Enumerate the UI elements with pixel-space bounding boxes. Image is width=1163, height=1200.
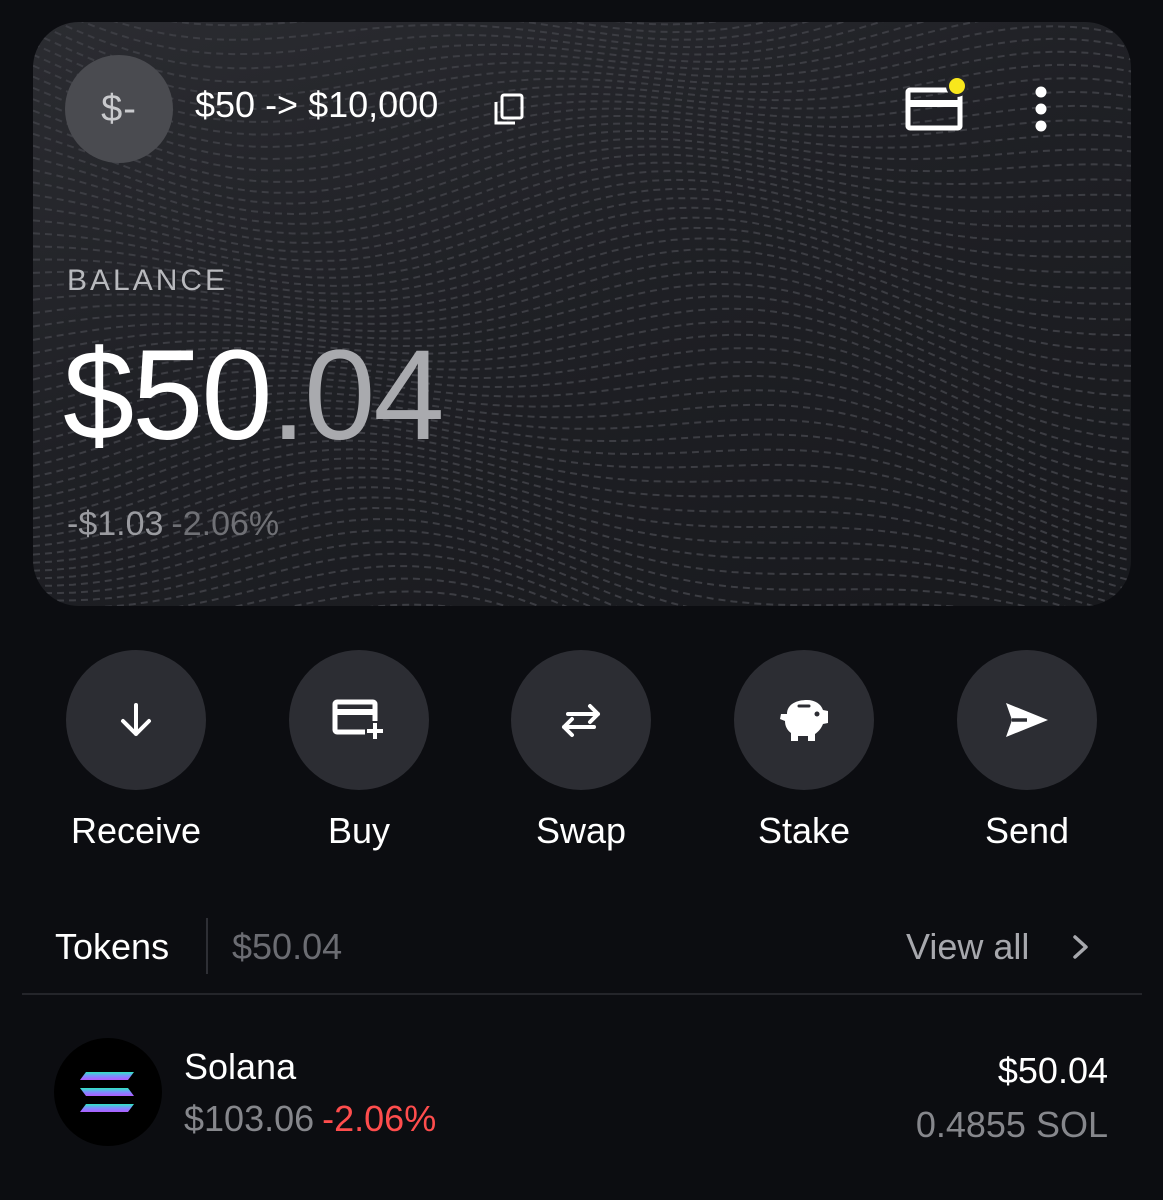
avatar-text: $- xyxy=(101,87,137,130)
buy-button[interactable]: Buy xyxy=(279,650,439,852)
swap-label: Swap xyxy=(535,810,627,851)
wave-line xyxy=(33,187,1131,271)
receive-label: Receive xyxy=(70,810,202,851)
stake-label: Stake xyxy=(757,810,851,851)
wave-line xyxy=(33,137,1131,216)
view-all-link[interactable]: View all xyxy=(906,926,1029,968)
solana-logo-icon xyxy=(54,1038,162,1146)
wave-line xyxy=(54,22,926,70)
swap-button-circle[interactable] xyxy=(511,650,651,790)
wave-line xyxy=(289,590,510,606)
balance-card: $- $50 -> $10,000 BALANCE $50.04 -$1.03-… xyxy=(33,22,1131,606)
token-price: $103.06 xyxy=(184,1098,315,1139)
receive-button[interactable]: Receive xyxy=(56,650,216,852)
more-options-icon[interactable] xyxy=(1029,84,1053,134)
account-avatar[interactable]: $- xyxy=(65,55,173,163)
receive-button-circle[interactable] xyxy=(66,650,206,790)
copy-icon[interactable] xyxy=(493,92,525,126)
balance-amount-whole: $50 xyxy=(63,324,273,467)
send-button[interactable]: Send xyxy=(947,650,1107,852)
swap-arrows-icon xyxy=(562,704,600,737)
buy-label: Buy xyxy=(327,810,391,851)
wave-line xyxy=(33,170,1131,254)
section-divider xyxy=(22,993,1142,995)
token-price-change: -2.06% xyxy=(322,1098,437,1139)
token-price-line: $103.06 -2.06% xyxy=(184,1098,436,1140)
wave-line xyxy=(113,22,847,49)
token-amount: 0.4855 SOL xyxy=(915,1104,1108,1145)
balance-label: BALANCE xyxy=(67,264,229,297)
buy-button-circle[interactable] xyxy=(289,650,429,790)
send-label: Send xyxy=(984,810,1070,851)
balance-amount: $50.04 xyxy=(63,332,444,460)
wave-line xyxy=(33,153,1131,235)
wave-line xyxy=(33,161,1131,245)
tokens-title: Tokens xyxy=(55,926,170,967)
wave-line xyxy=(369,603,454,606)
stake-button-circle[interactable] xyxy=(734,650,874,790)
chevron-right-icon[interactable] xyxy=(1070,932,1092,962)
send-button-circle[interactable] xyxy=(957,650,1097,790)
piggy-bank-icon xyxy=(780,700,828,741)
balance-change: -$1.03 -2.06% xyxy=(67,505,279,544)
token-row-solana[interactable]: Solana $103.06 -2.06% $50.04 0.4855 SOL xyxy=(0,1030,1163,1160)
account-name[interactable]: $50 -> $10,000 xyxy=(195,84,438,126)
balance-change-percent: -2.06% xyxy=(171,505,280,543)
balance-change-amount: -$1.03 xyxy=(67,505,164,543)
tokens-total: $50.04 xyxy=(232,926,343,967)
token-value: $50.04 xyxy=(997,1050,1108,1091)
swap-button[interactable]: Swap xyxy=(501,650,661,852)
arrow-down-icon xyxy=(121,703,151,736)
wave-line xyxy=(33,145,1131,225)
balance-amount-decimal: .04 xyxy=(270,324,445,467)
stake-button[interactable]: Stake xyxy=(724,650,884,852)
tokens-separator xyxy=(206,918,208,974)
notification-dot xyxy=(946,75,968,97)
send-icon xyxy=(1006,703,1048,737)
token-name: Solana xyxy=(184,1046,297,1087)
card-plus-icon xyxy=(332,699,385,741)
